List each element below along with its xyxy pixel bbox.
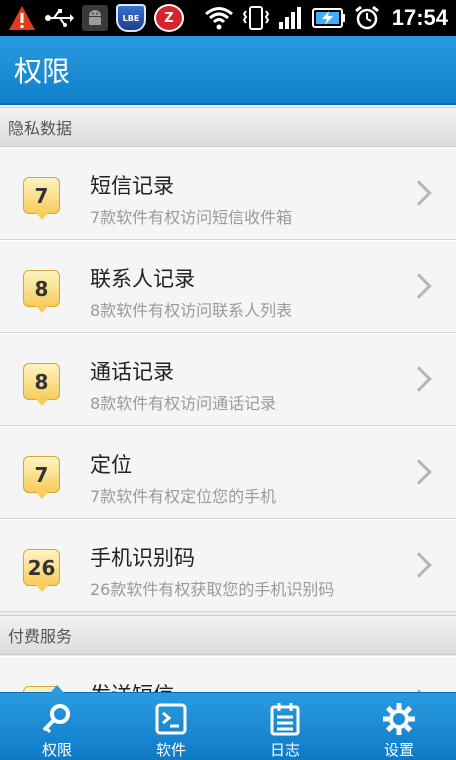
chevron-right-icon	[406, 273, 432, 299]
status-bar: LBE Z 17:54	[0, 0, 456, 36]
list-item-call-log[interactable]: 8 通话记录 8款软件有权访问通话记录	[0, 333, 456, 426]
nav-label: 软件	[155, 741, 186, 759]
bottom-nav: 权限 软件 日志 设置	[0, 685, 456, 760]
nav-tab-settings[interactable]: 设置	[342, 693, 456, 760]
android-icon	[82, 5, 108, 31]
item-title: 短信记录	[90, 174, 174, 198]
z-badge: Z	[154, 4, 184, 32]
chevron-right-icon	[406, 366, 432, 392]
count-badge: 8	[23, 363, 60, 406]
section-header-paid: 付费服务	[0, 615, 456, 655]
count-badge: 7	[23, 177, 60, 220]
nav-tab-permissions[interactable]: 权限	[0, 685, 114, 760]
item-title: 定位	[90, 453, 132, 477]
item-title: 通话记录	[90, 360, 174, 384]
nav-label: 权限	[41, 741, 72, 759]
list-item-location[interactable]: 7 定位 7款软件有权定位您的手机	[0, 426, 456, 519]
count-badge: 7	[23, 456, 60, 499]
item-subtitle: 26款软件有权获取您的手机识别码	[90, 580, 335, 599]
chevron-right-icon	[406, 459, 432, 485]
title-bar: 权限	[0, 36, 456, 105]
nav-tab-software[interactable]: 软件	[114, 693, 228, 760]
signal-icon	[278, 5, 304, 31]
clock-time: 17:54	[391, 5, 448, 30]
item-subtitle: 8款软件有权访问联系人列表	[90, 301, 293, 320]
section-label: 隐私数据	[8, 119, 73, 138]
item-title: 联系人记录	[90, 267, 195, 291]
terminal-icon	[154, 701, 188, 737]
usb-icon	[44, 5, 74, 31]
nav-label: 设置	[383, 741, 414, 759]
item-subtitle: 7款软件有权访问短信收件箱	[90, 208, 293, 227]
nav-label: 日志	[269, 741, 300, 759]
alarm-icon	[354, 5, 380, 31]
count-badge: 8	[23, 270, 60, 313]
battery-charging-icon	[311, 5, 346, 31]
section-label: 付费服务	[8, 627, 73, 646]
wifi-icon	[204, 5, 234, 31]
list-item-contacts[interactable]: 8 联系人记录 8款软件有权访问联系人列表	[0, 240, 456, 333]
paid-list: 发送短信	[0, 656, 456, 696]
chevron-right-icon	[406, 180, 432, 206]
section-header-privacy: 隐私数据	[0, 107, 456, 147]
key-icon	[40, 701, 74, 737]
list-item-send-sms[interactable]: 发送短信	[0, 656, 456, 696]
item-subtitle: 7款软件有权定位您的手机	[90, 487, 277, 506]
item-subtitle: 8款软件有权访问通话记录	[90, 394, 277, 413]
vibrate-icon	[242, 5, 270, 31]
lbe-badge: LBE	[116, 4, 146, 32]
gear-icon	[381, 701, 417, 737]
privacy-list: 7 短信记录 7款软件有权访问短信收件箱 8 联系人记录 8款软件有权访问联系人…	[0, 147, 456, 612]
chevron-right-icon	[406, 552, 432, 578]
list-item-device-id[interactable]: 26 手机识别码 26款软件有权获取您的手机识别码	[0, 519, 456, 612]
log-icon	[268, 701, 302, 737]
nav-tab-log[interactable]: 日志	[228, 693, 342, 760]
list-item-sms[interactable]: 7 短信记录 7款软件有权访问短信收件箱	[0, 147, 456, 240]
count-badge: 26	[23, 549, 60, 592]
item-title: 手机识别码	[90, 546, 195, 570]
page-title: 权限	[14, 54, 71, 88]
warning-icon	[8, 5, 36, 31]
